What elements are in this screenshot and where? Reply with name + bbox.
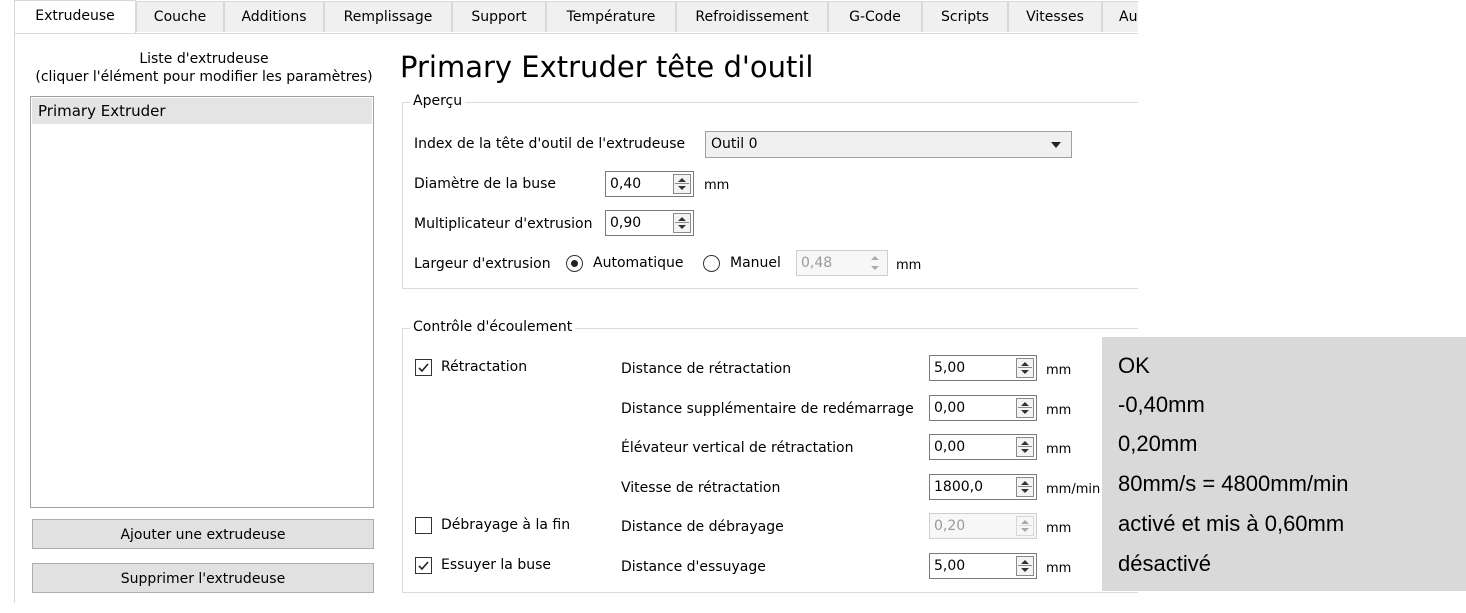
auto-width-label: Automatique (593, 255, 684, 271)
spin-arrows-icon[interactable] (1016, 358, 1034, 378)
spin-arrows-icon[interactable] (673, 213, 691, 233)
retract-distance-label: Distance de rétractation (621, 361, 792, 377)
tool-index-value: Outil 0 (711, 136, 758, 152)
manual-width-unit: mm (896, 258, 922, 273)
spin-arrows-icon[interactable] (1016, 556, 1034, 576)
retract-speed-input[interactable]: 1800,0 (929, 474, 1037, 500)
wipe-distance-unit: mm (1046, 561, 1072, 576)
extrusion-multiplier-input[interactable]: 0,90 (605, 210, 694, 236)
tab-gcode[interactable]: G-Code (828, 1, 922, 32)
auto-width-radio[interactable] (566, 255, 583, 272)
retract-distance-unit: mm (1046, 363, 1072, 378)
wipe-distance-input[interactable]: 5,00 (929, 553, 1037, 579)
manual-width-value: 0,48 (801, 255, 833, 271)
wipe-checkbox[interactable] (415, 557, 432, 574)
vertical-lift-value: 0,00 (934, 439, 966, 455)
nozzle-unit: mm (704, 178, 730, 193)
tab-autres[interactable]: Au (1102, 1, 1138, 32)
tab-extrudeuse[interactable]: Extrudeuse (14, 0, 136, 33)
list-item[interactable]: Primary Extruder (32, 98, 372, 124)
extruder-list-caption-hint: (cliquer l'élément pour modifier les par… (35, 69, 373, 85)
annotation-line: activé et mis à 0,60mm (1118, 511, 1345, 536)
spin-arrows-icon[interactable] (673, 174, 691, 194)
spin-arrows-icon[interactable] (1016, 516, 1034, 536)
extrusion-width-label: Largeur d'extrusion (414, 256, 551, 272)
nozzle-diameter-input[interactable]: 0,40 (605, 171, 694, 197)
checkmark-icon (418, 561, 429, 571)
vertical-lift-label: Élévateur vertical de rétractation (621, 440, 854, 456)
coast-checkbox[interactable] (415, 517, 432, 534)
tab-bar: Extrudeuse Couche Additions Remplissage … (14, 0, 1138, 34)
page-title: Primary Extruder tête d'outil (400, 50, 814, 84)
flow-control-group-label: Contrôle d'écoulement (410, 319, 576, 335)
annotation-line: désactivé (1118, 551, 1211, 576)
checkmark-icon (418, 363, 429, 373)
manual-width-input[interactable]: 0,48 (796, 250, 888, 276)
add-extruder-button[interactable]: Ajouter une extrudeuse (32, 519, 374, 549)
retract-distance-input[interactable]: 5,00 (929, 355, 1037, 381)
coast-distance-value: 0,20 (934, 518, 966, 534)
tab-remplissage[interactable]: Remplissage (324, 1, 452, 32)
vertical-lift-input[interactable]: 0,00 (929, 434, 1037, 460)
coast-label: Débrayage à la fin (441, 517, 571, 533)
annotation-line: OK (1118, 353, 1150, 378)
retract-speed-value: 1800,0 (934, 479, 983, 495)
spin-arrows-icon[interactable] (1016, 437, 1034, 457)
manual-width-radio[interactable] (703, 255, 720, 272)
annotation-line: 0,20mm (1118, 431, 1198, 456)
retraction-label: Rétractation (441, 359, 528, 375)
extrusion-multiplier-value: 0,90 (610, 215, 642, 231)
tab-couche[interactable]: Couche (136, 1, 224, 32)
tab-scripts[interactable]: Scripts (922, 1, 1008, 32)
extruder-list-caption: Liste d'extrudeuse (cliquer l'élément po… (14, 50, 394, 86)
wipe-distance-label: Distance d'essuyage (621, 559, 766, 575)
extruder-list[interactable]: Primary Extruder (30, 96, 374, 508)
restart-extra-value: 0,00 (934, 400, 966, 416)
vertical-lift-unit: mm (1046, 442, 1072, 457)
chevron-down-icon (1051, 142, 1061, 148)
restart-extra-input[interactable]: 0,00 (929, 395, 1037, 421)
annotation-line: -0,40mm (1118, 392, 1205, 417)
nozzle-diameter-value: 0,40 (610, 176, 642, 192)
tool-index-label: Index de la tête d'outil de l'extrudeuse (414, 136, 686, 152)
tab-additions[interactable]: Additions (224, 1, 324, 32)
tool-index-select[interactable]: Outil 0 (705, 131, 1072, 158)
spin-arrows-icon[interactable] (867, 253, 885, 273)
tab-vitesses[interactable]: Vitesses (1008, 1, 1102, 32)
retract-speed-unit: mm/min (1046, 482, 1101, 497)
manual-width-label: Manuel (730, 255, 781, 271)
retract-speed-label: Vitesse de rétractation (621, 480, 781, 496)
spin-arrows-icon[interactable] (1016, 398, 1034, 418)
annotation-box: OK -0,40mm 0,20mm 80mm/s = 4800mm/min ac… (1102, 337, 1466, 591)
restart-extra-unit: mm (1046, 403, 1072, 418)
wipe-distance-value: 5,00 (934, 558, 966, 574)
restart-extra-label: Distance supplémentaire de redémarrage (621, 401, 914, 417)
tab-temperature[interactable]: Température (546, 1, 676, 32)
annotation-line: 80mm/s = 4800mm/min (1118, 471, 1349, 496)
tab-refroidissement[interactable]: Refroidissement (676, 1, 828, 32)
extruder-list-caption-title: Liste d'extrudeuse (139, 51, 269, 67)
nozzle-diameter-label: Diamètre de la buse (414, 176, 557, 192)
coast-distance-label: Distance de débrayage (621, 519, 784, 535)
extrusion-multiplier-label: Multiplicateur d'extrusion (414, 216, 593, 232)
coast-distance-unit: mm (1046, 521, 1072, 536)
remove-extruder-button[interactable]: Supprimer l'extrudeuse (32, 563, 374, 593)
tab-support[interactable]: Support (452, 1, 546, 32)
retraction-checkbox[interactable] (415, 359, 432, 376)
spin-arrows-icon[interactable] (1016, 477, 1034, 497)
overview-group-label: Aperçu (410, 93, 466, 109)
coast-distance-input[interactable]: 0,20 (929, 513, 1037, 539)
retract-distance-value: 5,00 (934, 360, 966, 376)
wipe-label: Essuyer la buse (441, 557, 551, 573)
